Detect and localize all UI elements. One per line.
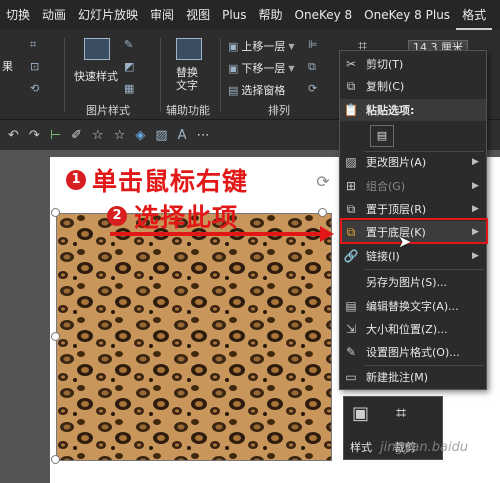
step-1-badge: 1 xyxy=(66,170,86,190)
menu-item-copy[interactable]: ⧉ 复制(C) xyxy=(340,75,486,97)
resize-handle[interactable] xyxy=(51,332,60,341)
alt-text-button[interactable]: 替换 文字 xyxy=(176,66,198,92)
tab-review[interactable]: 审阅 xyxy=(144,0,180,30)
ribbon-separator xyxy=(64,38,65,112)
alt-text-icon[interactable] xyxy=(176,38,202,60)
chevron-down-icon: ▼ xyxy=(288,63,295,73)
style-icon[interactable]: ▣ xyxy=(352,403,369,424)
compress-icon[interactable]: ⊡ xyxy=(30,60,39,73)
crop-icon[interactable]: ⌗ xyxy=(30,38,36,52)
group-objects-icon[interactable]: ⧉ xyxy=(308,60,316,74)
step-2-badge: 2 xyxy=(107,206,127,226)
tab-help[interactable]: 帮助 xyxy=(253,0,289,30)
favorite-icon[interactable]: ☆ xyxy=(114,128,126,143)
copy-icon: ⧉ xyxy=(346,78,356,93)
tab-transitions[interactable]: 切换 xyxy=(0,0,36,30)
rotate-icon[interactable]: ⟳ xyxy=(308,82,317,95)
more-icon[interactable]: ⋯ xyxy=(197,128,210,143)
mouse-cursor-icon: ➤ xyxy=(398,232,412,251)
paste-icon: 📋 xyxy=(343,103,359,117)
menu-item-paste-options: 📋 粘贴选项: xyxy=(340,99,486,121)
annotation-arrow-head xyxy=(320,226,334,242)
menubar: 切换 动画 幻灯片放映 审阅 视图 Plus 帮助 OneKey 8 OneKe… xyxy=(0,0,500,30)
paste-picture-icon[interactable]: ▤ xyxy=(370,125,394,147)
menu-item-group[interactable]: ⊞ 组合(G) ▶ xyxy=(340,175,486,197)
format-picture-icon: ✎ xyxy=(345,345,357,359)
ribbon-effects-label[interactable]: 果 xyxy=(2,58,13,74)
leopard-pattern xyxy=(57,214,331,460)
resize-handle[interactable] xyxy=(318,208,327,217)
ruler-icon[interactable]: ⊢ xyxy=(50,128,61,143)
annotation-arrow xyxy=(110,232,325,236)
rotate-handle-icon[interactable]: ⟳ xyxy=(313,172,333,192)
change-picture-icon: ▨ xyxy=(345,155,357,169)
menu-item-new-comment[interactable]: ▭ 新建批注(M) xyxy=(340,366,486,388)
tab-onekey8[interactable]: OneKey 8 xyxy=(289,0,359,30)
align-icon[interactable]: ⊫ xyxy=(308,38,318,51)
group-label-accessibility: 辅助功能 xyxy=(166,104,210,117)
selection-pane-icon: ▤ xyxy=(228,83,239,97)
watermark: jingyan.baidu xyxy=(380,440,469,455)
menu-item-change-picture[interactable]: ▨ 更改图片(A) ▶ xyxy=(340,151,486,173)
ribbon-separator xyxy=(220,38,221,112)
tab-onekey8-plus[interactable]: OneKey 8 Plus xyxy=(358,0,456,30)
highlight-box xyxy=(340,218,488,244)
chevron-right-icon: ▶ xyxy=(472,157,479,167)
layout-icon[interactable]: ▦ xyxy=(124,82,134,95)
new-comment-icon: ▭ xyxy=(345,370,357,384)
group-label-arrange: 排列 xyxy=(268,104,290,117)
menu-item-size-position[interactable]: ⇲ 大小和位置(Z)... xyxy=(340,318,486,340)
chevron-right-icon: ▶ xyxy=(472,251,479,261)
menu-item-cut[interactable]: ✂ 剪切(T) xyxy=(340,53,486,75)
tab-format[interactable]: 格式 xyxy=(456,0,493,30)
menu-item-bring-to-front[interactable]: ⧉ 置于顶层(R) ▶ xyxy=(340,198,486,220)
tab-slideshow[interactable]: 幻灯片放映 xyxy=(72,0,144,30)
crop-icon[interactable]: ⌗ xyxy=(396,403,406,424)
textbox-icon[interactable]: A xyxy=(178,128,187,143)
undo-icon[interactable]: ↶ xyxy=(8,128,19,143)
scissors-icon: ✂ xyxy=(345,57,357,71)
selection-pane-button[interactable]: ▤ 选择窗格 xyxy=(228,82,285,98)
ribbon-separator xyxy=(160,38,161,112)
redo-icon[interactable]: ↷ xyxy=(29,128,40,143)
tab-view[interactable]: 视图 xyxy=(180,0,216,30)
send-backward-icon: ▣ xyxy=(228,61,239,75)
leopard-print-image[interactable] xyxy=(56,213,332,461)
resize-handle[interactable] xyxy=(51,455,60,464)
star-icon[interactable]: ☆ xyxy=(92,128,104,143)
border-icon[interactable]: ✎ xyxy=(124,38,133,51)
resize-handle[interactable] xyxy=(51,208,60,217)
step-1-annotation: 单击鼠标右键 xyxy=(92,167,249,196)
alt-text-icon: ▤ xyxy=(345,299,357,313)
group-icon: ⊞ xyxy=(345,179,357,193)
menu-item-edit-alt-text[interactable]: ▤ 编辑替换文字(A)... xyxy=(340,295,486,317)
bring-to-front-icon: ⧉ xyxy=(346,201,356,216)
menu-item-link[interactable]: 🔗 链接(I) ▶ xyxy=(340,245,486,267)
effects-icon[interactable]: ◩ xyxy=(124,60,134,73)
chevron-down-icon: ▼ xyxy=(288,41,295,51)
bring-forward-icon: ▣ xyxy=(228,39,239,53)
quick-styles-button[interactable]: 快速样式 xyxy=(74,68,118,84)
menu-divider xyxy=(364,269,484,270)
reset-icon[interactable]: ⟲ xyxy=(30,82,39,95)
menu-item-save-as-picture[interactable]: 另存为图片(S)... xyxy=(340,271,486,293)
chevron-right-icon: ▶ xyxy=(472,204,479,214)
tab-plus[interactable]: Plus xyxy=(216,0,252,30)
tab-animations[interactable]: 动画 xyxy=(36,0,72,30)
group-label-picture-styles: 图片样式 xyxy=(86,104,130,117)
menu-item-format-picture[interactable]: ✎ 设置图片格式(O)... xyxy=(340,341,486,363)
style-button[interactable]: 样式 xyxy=(350,439,372,455)
send-backward-button[interactable]: ▣ 下移一层 ▼ xyxy=(228,60,295,76)
shapes-icon[interactable]: ◈ xyxy=(135,128,145,143)
link-icon: 🔗 xyxy=(343,249,359,263)
quick-styles-icon[interactable] xyxy=(84,38,110,60)
size-position-icon: ⇲ xyxy=(345,322,357,336)
chevron-right-icon: ▶ xyxy=(472,181,479,191)
image-icon[interactable]: ▨ xyxy=(155,128,167,143)
eyedropper-icon[interactable]: ✐ xyxy=(71,128,82,143)
bring-forward-button[interactable]: ▣ 上移一层 ▼ xyxy=(228,38,295,54)
step-2-annotation: 选择此项 xyxy=(134,203,239,232)
